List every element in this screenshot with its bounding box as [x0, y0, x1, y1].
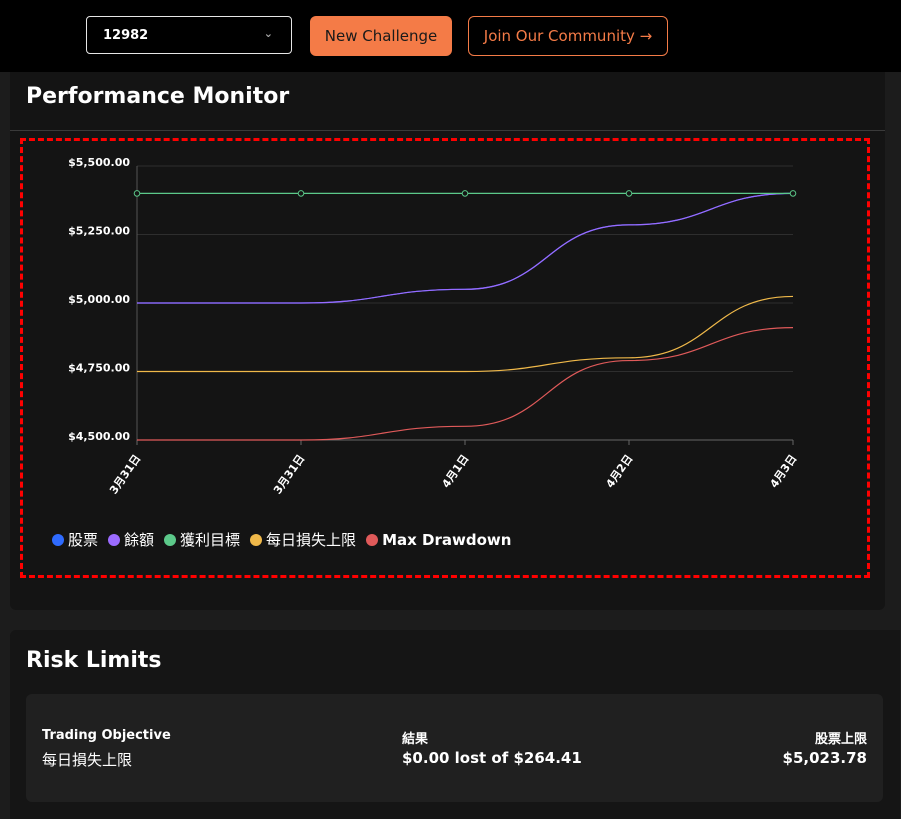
legend-label: 餘額	[124, 531, 155, 549]
series-line	[137, 295, 794, 373]
legend-label: 股票	[68, 531, 99, 549]
objective-label: Trading Objective	[42, 728, 171, 743]
legend-swatch	[52, 533, 64, 546]
objective-value: 每日損失上限	[42, 751, 133, 769]
y-tick-label: $5,250.00	[68, 225, 130, 238]
series-line	[137, 192, 794, 304]
x-tick-label: 4月3日	[767, 452, 799, 490]
equity-limit-value: $5,023.78	[782, 749, 867, 767]
y-tick-label: $4,500.00	[68, 430, 130, 443]
series-point	[789, 190, 797, 197]
x-tick-label: 4月2日	[603, 452, 635, 490]
legend-swatch	[164, 533, 177, 546]
series-point	[297, 190, 305, 197]
legend-label: Max Drawdown	[382, 530, 512, 549]
series-point	[461, 190, 469, 197]
x-tick-label: 4月1日	[439, 452, 471, 490]
y-tick-label: $4,750.00	[68, 362, 130, 375]
risk-limits-title: Risk Limits	[26, 648, 162, 673]
equity-limit-label: 股票上限	[814, 732, 867, 747]
legend-item[interactable]: 餘額	[108, 529, 154, 550]
series-line	[137, 192, 794, 304]
result-value: $0.00 lost of $264.41	[402, 749, 582, 767]
legend-item[interactable]: 每日損失上限	[250, 529, 356, 550]
result-label: 結果	[402, 732, 429, 747]
performance-chart: $5,500.00 $5,250.00 $5,000.00 $4,750.00 $4,5…	[68, 156, 799, 497]
y-tick-label: $5,500.00	[68, 156, 130, 169]
risk-limits-card: Trading Objective 每日損失上限 結果 $0.00 lost o…	[26, 694, 883, 802]
chart-legend: 股票 餘額 獲利目標 每日損失上限 Max Drawdown	[52, 529, 511, 550]
legend-item[interactable]: 股票	[52, 529, 98, 550]
legend-swatch	[366, 533, 379, 546]
legend-label: 獲利目標	[180, 531, 241, 549]
legend-swatch	[250, 533, 263, 546]
y-tick-label: $5,000.00	[68, 293, 130, 306]
legend-item[interactable]: 獲利目標	[164, 529, 240, 550]
legend-label: 每日損失上限	[266, 531, 357, 549]
series-point	[625, 190, 633, 197]
x-tick-label: 3月31日	[271, 452, 307, 496]
legend-swatch	[108, 533, 121, 546]
legend-item[interactable]: Max Drawdown	[366, 529, 511, 550]
x-tick-label: 3月31日	[107, 452, 143, 496]
series-line	[137, 327, 794, 441]
series-point	[133, 190, 141, 197]
